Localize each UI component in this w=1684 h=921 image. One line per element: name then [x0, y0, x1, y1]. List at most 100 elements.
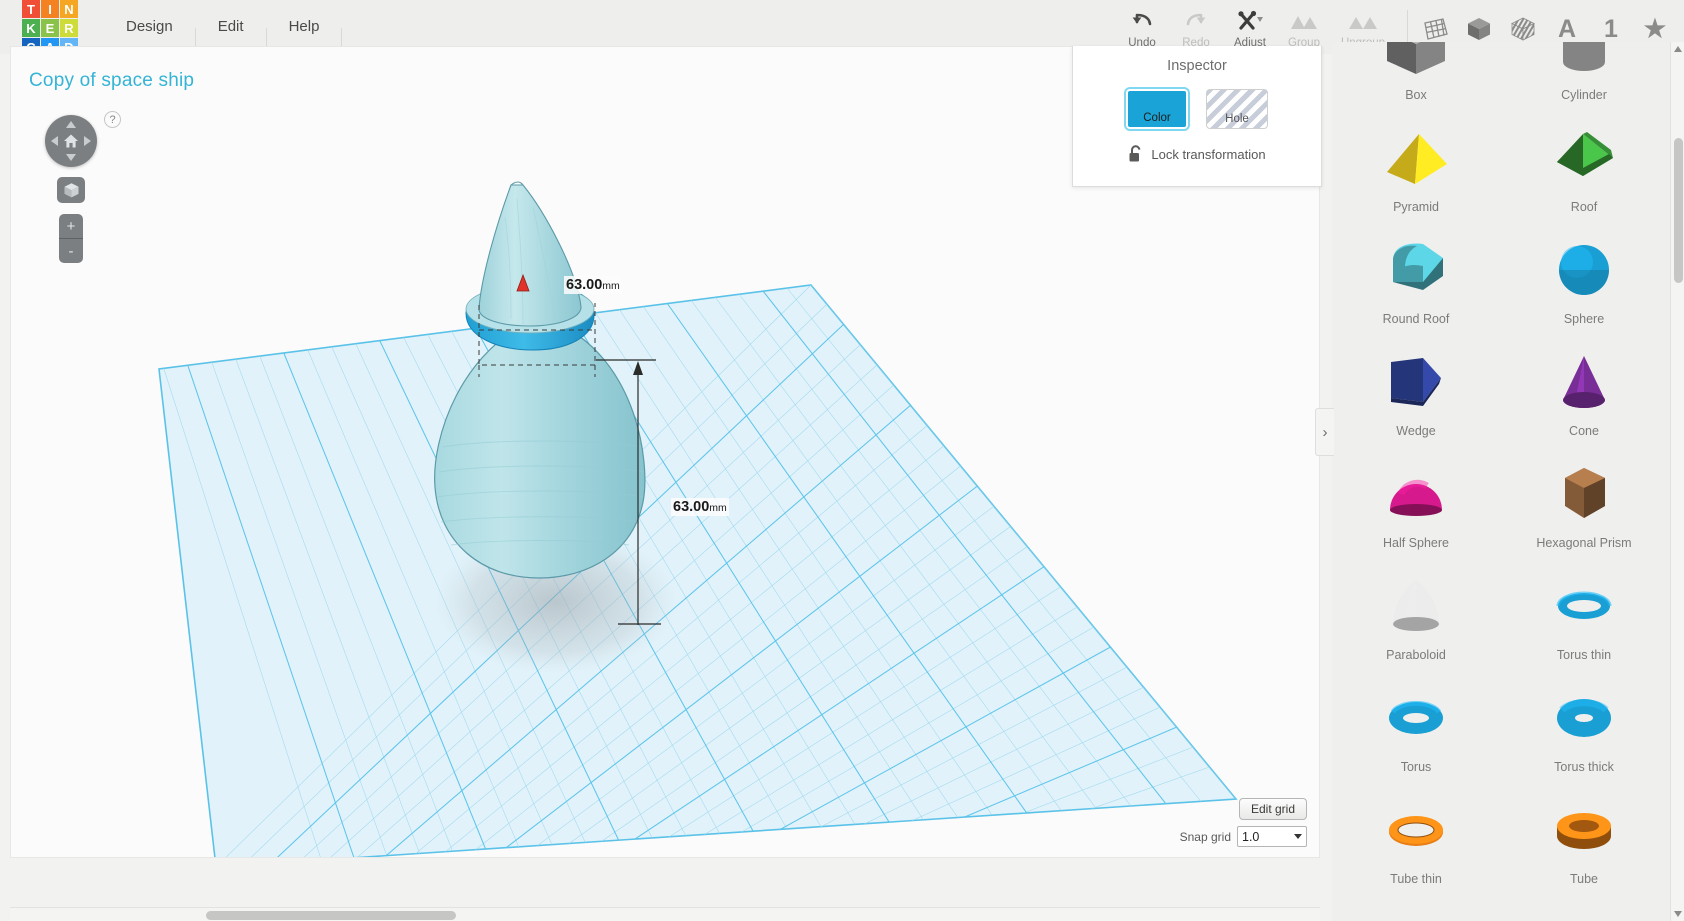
home-view-icon[interactable] [63, 133, 79, 149]
color-swatch-button[interactable]: Color [1126, 89, 1188, 129]
grid-controls: Edit grid Snap grid 1.0 [1180, 798, 1307, 847]
menu-item-edit[interactable]: Edit [196, 16, 266, 38]
orbit-right-arrow-icon[interactable] [84, 136, 91, 146]
tubethin-icon [1379, 792, 1453, 870]
solid-cube-icon[interactable] [1464, 14, 1494, 44]
color-swatch-wrap: Color [1126, 89, 1188, 129]
edit-grid-button[interactable]: Edit grid [1238, 798, 1307, 820]
help-badge[interactable]: ? [104, 111, 121, 128]
shape-item-sphere[interactable]: Sphere [1500, 220, 1668, 332]
dimension-unit: mm [709, 502, 727, 514]
logo-tile-e: E [41, 19, 59, 37]
logo-tile-n: N [60, 0, 78, 18]
text-tool-glyph: A [1557, 14, 1577, 43]
text-tool-icon[interactable]: A [1552, 14, 1582, 44]
logo-tile-i: I [41, 0, 59, 18]
cone-icon [1547, 344, 1621, 422]
logo-tile-r: R [60, 19, 78, 37]
shape-label: Box [1405, 88, 1427, 102]
unlocked-padlock-icon [1129, 145, 1141, 162]
shape-item-tube-thin[interactable]: Tube thin [1332, 780, 1500, 892]
dimension-label-height[interactable]: 63.00mm [564, 276, 622, 294]
inspector-swatches: Color Hole ? [1073, 89, 1343, 129]
scrollbar-thumb-vertical[interactable] [1674, 138, 1683, 283]
snap-grid-row: Snap grid 1.0 [1180, 826, 1307, 847]
shape-label: Round Roof [1382, 312, 1450, 326]
shape-label: Tube [1569, 872, 1599, 886]
shape-label: Hexagonal Prism [1536, 536, 1632, 550]
shape-item-torus-thin[interactable]: Torus thin [1500, 556, 1668, 668]
orbit-dial[interactable] [45, 115, 97, 167]
toolbar-divider [1407, 10, 1408, 44]
shape-item-torus-thick[interactable]: Torus thick [1500, 668, 1668, 780]
inspector-panel: Inspector Color Hole ? Lock transformati… [1072, 46, 1343, 187]
shape-label: Tube thin [1390, 872, 1442, 886]
canvas-scrollbar-horizontal[interactable] [10, 907, 1320, 921]
workplane [158, 284, 1238, 857]
shape-label: Cylinder [1561, 88, 1607, 102]
orbit-up-arrow-icon[interactable] [66, 121, 76, 128]
dimension-unit: mm [602, 280, 620, 292]
shape-item-roof[interactable]: Roof [1500, 108, 1668, 220]
shapes-grid: Box Cylinder Pyramid Roof Round Roof Sphere We… [1332, 42, 1668, 892]
zoom-controls: + - [59, 214, 83, 263]
menu-item-help[interactable]: Help [267, 16, 342, 38]
zoom-in-button[interactable]: + [59, 214, 83, 238]
undo-icon [1130, 8, 1154, 34]
snap-grid-value: 1.0 [1242, 829, 1260, 844]
shapes-panel-scrollbar[interactable] [1670, 42, 1684, 921]
shape-item-cylinder[interactable]: Cylinder [1500, 42, 1668, 108]
orbit-down-arrow-icon[interactable] [66, 154, 76, 161]
hole-swatch-button[interactable]: Hole [1206, 89, 1268, 129]
shape-item-paraboloid[interactable]: Paraboloid [1332, 556, 1500, 668]
collapse-panel-button[interactable]: › [1315, 408, 1334, 456]
shape-label: Cone [1569, 424, 1599, 438]
paraboloid-icon [1379, 568, 1453, 646]
favorites-star-icon[interactable]: ★ [1640, 14, 1670, 44]
box-icon [1379, 42, 1453, 86]
number-tool-icon[interactable]: 1 [1596, 14, 1626, 44]
chevron-down-icon [1294, 834, 1302, 839]
shape-item-pyramid[interactable]: Pyramid [1332, 108, 1500, 220]
shape-item-hexagonal-prism[interactable]: Hexagonal Prism [1500, 444, 1668, 556]
shape-item-torus[interactable]: Torus [1332, 668, 1500, 780]
fit-to-view-button[interactable] [57, 177, 85, 203]
scroll-up-arrow-icon[interactable] [1671, 42, 1684, 56]
shape-label: Paraboloid [1386, 648, 1446, 662]
shape-item-cone[interactable]: Cone [1500, 332, 1668, 444]
snap-grid-select[interactable]: 1.0 [1237, 826, 1307, 847]
striped-cube-icon[interactable] [1508, 14, 1538, 44]
hexprism-icon [1547, 456, 1621, 534]
workplane-grid-icon[interactable] [1420, 14, 1450, 44]
shape-item-half-sphere[interactable]: Half Sphere [1332, 444, 1500, 556]
scroll-down-arrow-icon[interactable] [1671, 907, 1684, 921]
snap-grid-label: Snap grid [1179, 829, 1231, 844]
redo-button[interactable]: Redo [1169, 4, 1223, 49]
group-button[interactable]: Group [1277, 4, 1331, 49]
halfsphere-icon [1379, 456, 1453, 534]
zoom-out-button[interactable]: - [59, 239, 83, 263]
group-icon [1288, 8, 1320, 34]
shape-item-wedge[interactable]: Wedge [1332, 332, 1500, 444]
shape-item-tube[interactable]: Tube [1500, 780, 1668, 892]
sphere-icon [1547, 232, 1621, 310]
dimension-label-width[interactable]: 63.00mm [671, 498, 729, 516]
roof-icon [1547, 120, 1621, 198]
menu-item-design[interactable]: Design [104, 16, 195, 38]
dimension-value: 63.00 [566, 277, 603, 293]
torusthick-icon [1547, 680, 1621, 758]
orbit-left-arrow-icon[interactable] [51, 136, 58, 146]
shape-label: Torus thick [1554, 760, 1614, 774]
hole-swatch-wrap: Hole [1206, 89, 1268, 129]
shape-item-box[interactable]: Box [1332, 42, 1500, 108]
adjust-button[interactable]: Adjust [1223, 4, 1277, 49]
undo-button[interactable]: Undo [1115, 4, 1169, 49]
scrollbar-thumb-horizontal[interactable] [206, 911, 456, 920]
number-tool-glyph: 1 [1604, 14, 1618, 43]
torusthin-icon [1547, 568, 1621, 646]
logo-tile-t: T [22, 0, 40, 18]
lock-transformation-row[interactable]: Lock transformation [1073, 145, 1321, 163]
roundroof-icon [1379, 232, 1453, 310]
adjust-icon [1235, 8, 1265, 34]
shape-item-round-roof[interactable]: Round Roof [1332, 220, 1500, 332]
